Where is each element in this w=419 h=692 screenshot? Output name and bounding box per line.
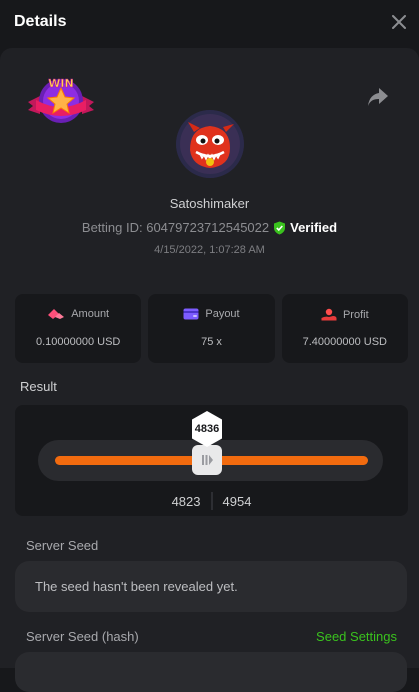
- modal-title: Details: [14, 13, 67, 30]
- profit-hand-icon: [321, 308, 337, 321]
- stat-profit-value: 7.40000000 USD: [302, 336, 388, 348]
- stat-payout-value: 75 x: [201, 336, 222, 348]
- verified-shield-icon: [274, 221, 286, 234]
- server-seed-hash-field: [15, 652, 407, 692]
- betting-id: Betting ID: 60479723712545022: [81, 220, 270, 235]
- result-value: 4836: [194, 423, 220, 435]
- stat-payout: Payout 75 x: [148, 294, 275, 363]
- result-box: 4836 4823 4954: [15, 405, 408, 516]
- result-range: 4823 4954: [15, 492, 408, 510]
- grip-icon: [202, 455, 213, 465]
- range-divider: [210, 492, 213, 510]
- stat-payout-label: Payout: [205, 308, 240, 320]
- range-high: 4954: [222, 493, 252, 509]
- stat-amount-label: Amount: [71, 308, 110, 320]
- stat-profit-head: Profit: [282, 308, 408, 321]
- modal-header: Details: [0, 0, 419, 44]
- seed-settings-link[interactable]: Seed Settings: [316, 629, 397, 644]
- username: Satoshimaker: [169, 196, 250, 211]
- verified-label: Verified: [290, 220, 338, 235]
- result-marker: 4836: [190, 410, 224, 448]
- betting-id-row: Betting ID: 60479723712545022 Verified: [0, 220, 419, 235]
- server-seed-label: Server Seed: [26, 538, 99, 553]
- stat-profit-label: Profit: [342, 308, 369, 321]
- server-seed-field: The seed hasn't been revealed yet.: [15, 561, 407, 612]
- stat-amount: Amount 0.10000000 USD: [15, 294, 142, 363]
- bet-date: 4/15/2022, 1:07:28 AM: [154, 244, 265, 256]
- server-seed-text: The seed hasn't been revealed yet.: [35, 579, 238, 594]
- server-seed-hash-label: Server Seed (hash): [26, 629, 139, 644]
- coins-icon: [48, 309, 65, 319]
- wallet-icon: [183, 308, 199, 320]
- dragon-avatar-icon: [176, 110, 244, 178]
- range-low: 4823: [171, 493, 201, 509]
- stat-amount-head: Amount: [15, 308, 141, 320]
- stat-payout-head: Payout: [148, 308, 274, 320]
- share-icon[interactable]: [366, 86, 390, 108]
- stats-row: Amount 0.10000000 USD Payout 75 x Profit…: [15, 294, 408, 363]
- close-icon: [392, 15, 406, 29]
- result-label: Result: [20, 379, 57, 394]
- stat-amount-value: 0.10000000 USD: [35, 336, 121, 348]
- win-badge-icon: WIN: [28, 77, 94, 123]
- win-badge-text: WIN: [48, 77, 73, 90]
- avatar: [176, 110, 244, 178]
- stat-profit: Profit 7.40000000 USD: [281, 294, 408, 363]
- close-button[interactable]: [389, 12, 409, 32]
- slider-handle[interactable]: [192, 445, 222, 475]
